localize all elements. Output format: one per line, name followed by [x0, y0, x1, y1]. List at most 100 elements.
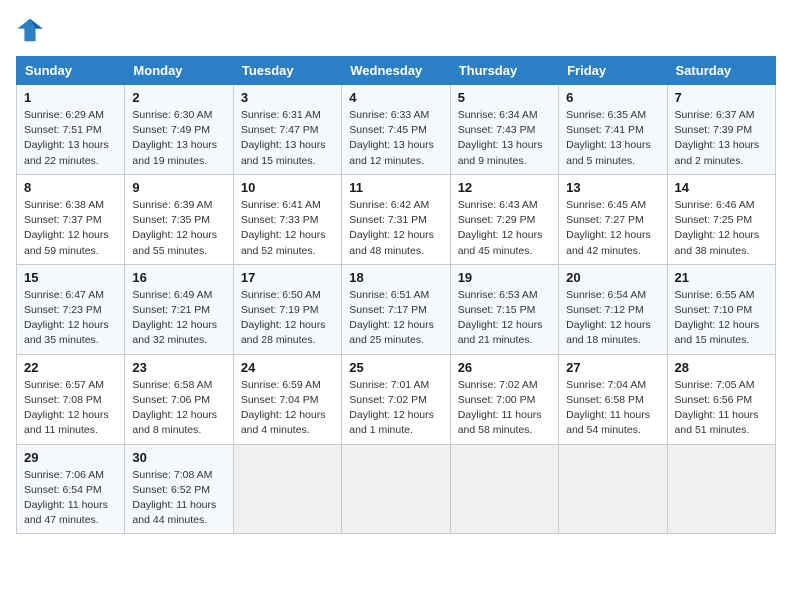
calendar-cell: 13 Sunrise: 6:45 AM Sunset: 7:27 PM Dayli…: [559, 174, 667, 264]
day-number: 20: [566, 270, 659, 285]
day-detail: Sunrise: 6:57 AM Sunset: 7:08 PM Dayligh…: [24, 378, 117, 439]
day-detail: Sunrise: 6:45 AM Sunset: 7:27 PM Dayligh…: [566, 198, 659, 259]
logo-icon: [16, 16, 44, 44]
day-detail: Sunrise: 6:38 AM Sunset: 7:37 PM Dayligh…: [24, 198, 117, 259]
day-number: 9: [132, 180, 225, 195]
day-detail: Sunrise: 6:59 AM Sunset: 7:04 PM Dayligh…: [241, 378, 334, 439]
day-number: 23: [132, 360, 225, 375]
logo: [16, 16, 48, 44]
calendar-cell: 25 Sunrise: 7:01 AM Sunset: 7:02 PM Dayli…: [342, 354, 450, 444]
day-number: 8: [24, 180, 117, 195]
day-detail: Sunrise: 7:06 AM Sunset: 6:54 PM Dayligh…: [24, 468, 117, 529]
day-detail: Sunrise: 7:02 AM Sunset: 7:00 PM Dayligh…: [458, 378, 551, 439]
calendar-cell: 27 Sunrise: 7:04 AM Sunset: 6:58 PM Dayli…: [559, 354, 667, 444]
day-detail: Sunrise: 6:34 AM Sunset: 7:43 PM Dayligh…: [458, 108, 551, 169]
calendar-cell: 26 Sunrise: 7:02 AM Sunset: 7:00 PM Dayli…: [450, 354, 558, 444]
day-detail: Sunrise: 6:35 AM Sunset: 7:41 PM Dayligh…: [566, 108, 659, 169]
day-number: 21: [675, 270, 768, 285]
dow-header-saturday: Saturday: [667, 57, 775, 85]
calendar-cell: 14 Sunrise: 6:46 AM Sunset: 7:25 PM Dayli…: [667, 174, 775, 264]
day-detail: Sunrise: 7:01 AM Sunset: 7:02 PM Dayligh…: [349, 378, 442, 439]
calendar-cell: 11Sunrise: 6:42 AM Sunset: 7:31 PM Dayli…: [342, 174, 450, 264]
day-detail: Sunrise: 6:49 AM Sunset: 7:21 PM Dayligh…: [132, 288, 225, 349]
day-number: 14: [675, 180, 768, 195]
calendar-cell: 30 Sunrise: 7:08 AM Sunset: 6:52 PM Dayli…: [125, 444, 233, 534]
calendar-cell: [559, 444, 667, 534]
day-number: 4: [349, 90, 442, 105]
day-detail: Sunrise: 6:31 AM Sunset: 7:47 PM Dayligh…: [241, 108, 334, 169]
dow-header-friday: Friday: [559, 57, 667, 85]
day-detail: Sunrise: 6:37 AM Sunset: 7:39 PM Dayligh…: [675, 108, 768, 169]
day-number: 19: [458, 270, 551, 285]
day-number: 2: [132, 90, 225, 105]
calendar-cell: 24 Sunrise: 6:59 AM Sunset: 7:04 PM Dayli…: [233, 354, 341, 444]
calendar-cell: 19 Sunrise: 6:53 AM Sunset: 7:15 PM Dayli…: [450, 264, 558, 354]
calendar-cell: 7 Sunrise: 6:37 AM Sunset: 7:39 PM Daylig…: [667, 85, 775, 175]
day-number: 13: [566, 180, 659, 195]
day-number: 7: [675, 90, 768, 105]
calendar-cell: 3 Sunrise: 6:31 AM Sunset: 7:47 PM Daylig…: [233, 85, 341, 175]
dow-header-monday: Monday: [125, 57, 233, 85]
dow-header-sunday: Sunday: [17, 57, 125, 85]
calendar-cell: 29 Sunrise: 7:06 AM Sunset: 6:54 PM Dayli…: [17, 444, 125, 534]
day-number: 26: [458, 360, 551, 375]
day-number: 25: [349, 360, 442, 375]
day-detail: Sunrise: 6:29 AM Sunset: 7:51 PM Dayligh…: [24, 108, 117, 169]
day-number: 28: [675, 360, 768, 375]
calendar-cell: 15Sunrise: 6:47 AM Sunset: 7:23 PM Dayli…: [17, 264, 125, 354]
day-number: 29: [24, 450, 117, 465]
calendar-cell: 2 Sunrise: 6:30 AM Sunset: 7:49 PM Daylig…: [125, 85, 233, 175]
day-detail: Sunrise: 6:50 AM Sunset: 7:19 PM Dayligh…: [241, 288, 334, 349]
day-detail: Sunrise: 6:47 AM Sunset: 7:23 PM Dayligh…: [24, 288, 117, 349]
day-detail: Sunrise: 6:43 AM Sunset: 7:29 PM Dayligh…: [458, 198, 551, 259]
day-detail: Sunrise: 6:54 AM Sunset: 7:12 PM Dayligh…: [566, 288, 659, 349]
day-number: 22: [24, 360, 117, 375]
calendar-cell: 16 Sunrise: 6:49 AM Sunset: 7:21 PM Dayli…: [125, 264, 233, 354]
day-number: 12: [458, 180, 551, 195]
day-number: 16: [132, 270, 225, 285]
day-number: 3: [241, 90, 334, 105]
calendar-cell: 28 Sunrise: 7:05 AM Sunset: 6:56 PM Dayli…: [667, 354, 775, 444]
day-detail: Sunrise: 6:51 AM Sunset: 7:17 PM Dayligh…: [349, 288, 442, 349]
calendar-cell: 1Sunrise: 6:29 AM Sunset: 7:51 PM Daylig…: [17, 85, 125, 175]
calendar-cell: 8 Sunrise: 6:38 AM Sunset: 7:37 PM Daylig…: [17, 174, 125, 264]
day-number: 30: [132, 450, 225, 465]
day-detail: Sunrise: 6:42 AM Sunset: 7:31 PM Dayligh…: [349, 198, 442, 259]
day-detail: Sunrise: 6:33 AM Sunset: 7:45 PM Dayligh…: [349, 108, 442, 169]
day-detail: Sunrise: 7:04 AM Sunset: 6:58 PM Dayligh…: [566, 378, 659, 439]
page-header: [16, 16, 776, 44]
calendar-cell: 23 Sunrise: 6:58 AM Sunset: 7:06 PM Dayli…: [125, 354, 233, 444]
calendar-table: SundayMondayTuesdayWednesdayThursdayFrid…: [16, 56, 776, 534]
calendar-cell: 21 Sunrise: 6:55 AM Sunset: 7:10 PM Dayli…: [667, 264, 775, 354]
calendar-cell: 4 Sunrise: 6:33 AM Sunset: 7:45 PM Daylig…: [342, 85, 450, 175]
day-detail: Sunrise: 6:58 AM Sunset: 7:06 PM Dayligh…: [132, 378, 225, 439]
day-number: 6: [566, 90, 659, 105]
calendar-cell: [667, 444, 775, 534]
day-detail: Sunrise: 7:05 AM Sunset: 6:56 PM Dayligh…: [675, 378, 768, 439]
day-detail: Sunrise: 6:30 AM Sunset: 7:49 PM Dayligh…: [132, 108, 225, 169]
day-detail: Sunrise: 6:55 AM Sunset: 7:10 PM Dayligh…: [675, 288, 768, 349]
day-detail: Sunrise: 6:41 AM Sunset: 7:33 PM Dayligh…: [241, 198, 334, 259]
calendar-cell: 5 Sunrise: 6:34 AM Sunset: 7:43 PM Daylig…: [450, 85, 558, 175]
day-number: 10: [241, 180, 334, 195]
day-number: 24: [241, 360, 334, 375]
dow-header-wednesday: Wednesday: [342, 57, 450, 85]
day-detail: Sunrise: 6:46 AM Sunset: 7:25 PM Dayligh…: [675, 198, 768, 259]
calendar-cell: 12 Sunrise: 6:43 AM Sunset: 7:29 PM Dayli…: [450, 174, 558, 264]
day-detail: Sunrise: 7:08 AM Sunset: 6:52 PM Dayligh…: [132, 468, 225, 529]
calendar-cell: [450, 444, 558, 534]
day-number: 5: [458, 90, 551, 105]
day-number: 17: [241, 270, 334, 285]
calendar-cell: 9 Sunrise: 6:39 AM Sunset: 7:35 PM Daylig…: [125, 174, 233, 264]
calendar-cell: [233, 444, 341, 534]
calendar-cell: 22 Sunrise: 6:57 AM Sunset: 7:08 PM Dayli…: [17, 354, 125, 444]
calendar-cell: [342, 444, 450, 534]
calendar-cell: 10 Sunrise: 6:41 AM Sunset: 7:33 PM Dayli…: [233, 174, 341, 264]
dow-header-tuesday: Tuesday: [233, 57, 341, 85]
day-detail: Sunrise: 6:39 AM Sunset: 7:35 PM Dayligh…: [132, 198, 225, 259]
day-number: 27: [566, 360, 659, 375]
calendar-cell: 18Sunrise: 6:51 AM Sunset: 7:17 PM Dayli…: [342, 264, 450, 354]
day-detail: Sunrise: 6:53 AM Sunset: 7:15 PM Dayligh…: [458, 288, 551, 349]
dow-header-thursday: Thursday: [450, 57, 558, 85]
calendar-cell: 17 Sunrise: 6:50 AM Sunset: 7:19 PM Dayli…: [233, 264, 341, 354]
